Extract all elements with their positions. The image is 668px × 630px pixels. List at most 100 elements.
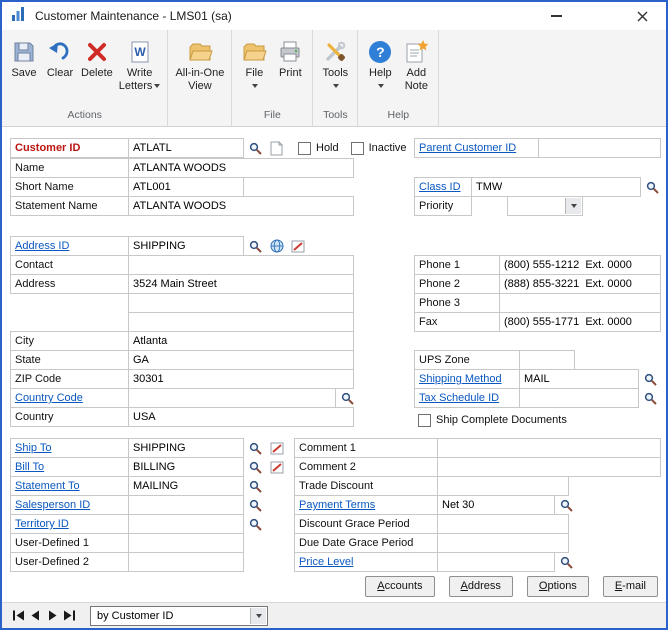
- nav-next-button[interactable]: [44, 607, 61, 625]
- address-id-field[interactable]: SHIPPING: [128, 236, 244, 256]
- user-defined-1-field[interactable]: [128, 533, 244, 553]
- discount-grace-field[interactable]: [437, 514, 569, 534]
- ribbon-group-label-tools: Tools: [313, 109, 357, 126]
- customer-id-field[interactable]: ATLATL: [128, 138, 244, 158]
- close-button[interactable]: [624, 2, 660, 30]
- country-code-field[interactable]: [128, 388, 336, 408]
- phone1-field[interactable]: (800) 555-1212 Ext. 0000: [499, 255, 661, 275]
- shipping-method-lookup-button[interactable]: [641, 369, 660, 389]
- ups-zone-field[interactable]: [519, 350, 575, 370]
- internet-info-button[interactable]: [267, 236, 286, 256]
- inactive-checkbox[interactable]: [351, 142, 364, 155]
- shipping-method-link[interactable]: Shipping Method: [419, 373, 502, 385]
- all-in-one-view-button[interactable]: All-in-One View: [172, 35, 227, 95]
- user-defined-2-field[interactable]: [128, 552, 244, 572]
- statement-to-link[interactable]: Statement To: [15, 480, 80, 492]
- payment-terms-field[interactable]: Net 30: [437, 495, 555, 515]
- address-field-1[interactable]: 3524 Main Street: [128, 274, 354, 294]
- fax-field[interactable]: (800) 555-1771 Ext. 0000: [499, 312, 661, 332]
- address-id-lookup-button[interactable]: [246, 236, 265, 256]
- salesperson-lookup-button[interactable]: [246, 495, 265, 515]
- address-button[interactable]: Address: [449, 576, 513, 597]
- class-id-link[interactable]: Class ID: [419, 181, 461, 193]
- parent-customer-id-link[interactable]: Parent Customer ID: [419, 142, 516, 154]
- nav-last-button[interactable]: [61, 607, 78, 625]
- price-level-field[interactable]: [437, 552, 555, 572]
- payment-terms-lookup-button[interactable]: [557, 495, 576, 515]
- state-field[interactable]: GA: [128, 350, 354, 370]
- print-button[interactable]: Print: [272, 35, 308, 82]
- priority-select[interactable]: [507, 196, 583, 216]
- hold-checkbox[interactable]: [298, 142, 311, 155]
- phone2-field[interactable]: (888) 855-3221 Ext. 0000: [499, 274, 661, 294]
- ship-to-link[interactable]: Ship To: [15, 442, 52, 454]
- parent-customer-id-field[interactable]: [538, 138, 661, 158]
- options-button[interactable]: Options: [527, 576, 589, 597]
- ship-to-lookup-button[interactable]: [246, 438, 265, 458]
- statement-to-lookup-button[interactable]: [246, 476, 265, 496]
- shipping-method-field[interactable]: MAIL: [519, 369, 639, 389]
- class-id-field[interactable]: TMW: [471, 177, 641, 197]
- sort-by-select[interactable]: by Customer ID: [90, 606, 268, 626]
- customer-id-lookup-button[interactable]: [246, 138, 265, 158]
- bill-to-field[interactable]: BILLING: [128, 457, 244, 477]
- clear-button[interactable]: Clear: [42, 35, 78, 82]
- priority-dropdown-button[interactable]: [565, 198, 581, 214]
- nav-previous-button[interactable]: [27, 607, 44, 625]
- email-button[interactable]: E-mail: [603, 576, 658, 597]
- price-level-link[interactable]: Price Level: [299, 556, 353, 568]
- ship-to-field[interactable]: SHIPPING: [128, 438, 244, 458]
- zip-code-field[interactable]: 30301: [128, 369, 354, 389]
- delete-button[interactable]: Delete: [78, 35, 116, 82]
- bill-to-address-button[interactable]: [267, 457, 286, 477]
- territory-lookup-button[interactable]: [246, 514, 265, 534]
- file-folder-icon: [239, 37, 269, 67]
- payment-terms-link[interactable]: Payment Terms: [299, 499, 375, 511]
- address-id-link[interactable]: Address ID: [15, 240, 69, 252]
- address-field-3[interactable]: [128, 312, 354, 332]
- address-field-2[interactable]: [128, 293, 354, 313]
- statement-to-field[interactable]: MAILING: [128, 476, 244, 496]
- tax-schedule-label-cell: Tax Schedule ID: [414, 388, 520, 408]
- write-letters-button[interactable]: W Write Letters: [116, 35, 164, 95]
- file-button[interactable]: File: [236, 35, 272, 95]
- tax-schedule-id-field[interactable]: [519, 388, 639, 408]
- contact-field[interactable]: [128, 255, 354, 275]
- comment2-field[interactable]: [437, 457, 661, 477]
- customer-note-button[interactable]: [267, 138, 286, 158]
- minimize-button[interactable]: [538, 2, 574, 30]
- country-field[interactable]: USA: [128, 407, 354, 427]
- due-date-grace-field[interactable]: [437, 533, 569, 553]
- statement-name-field[interactable]: ATLANTA WOODS: [128, 196, 354, 216]
- territory-id-field[interactable]: [128, 514, 244, 534]
- save-button[interactable]: Save: [6, 35, 42, 82]
- salesperson-id-link[interactable]: Salesperson ID: [15, 499, 90, 511]
- add-note-button[interactable]: Add Note: [398, 35, 434, 95]
- tax-schedule-lookup-button[interactable]: [641, 388, 660, 408]
- help-button[interactable]: ? Help: [362, 35, 398, 95]
- phone3-field[interactable]: [499, 293, 661, 313]
- territory-id-link[interactable]: Territory ID: [15, 518, 69, 530]
- comment1-field[interactable]: [437, 438, 661, 458]
- printer-icon: [275, 37, 305, 67]
- bill-to-link[interactable]: Bill To: [15, 461, 44, 473]
- sort-by-dropdown-button[interactable]: [250, 608, 266, 624]
- ship-complete-checkbox[interactable]: [418, 414, 431, 427]
- tax-schedule-id-link[interactable]: Tax Schedule ID: [419, 392, 499, 404]
- ship-to-address-button[interactable]: [267, 438, 286, 458]
- trade-discount-field[interactable]: [437, 476, 569, 496]
- address-detail-button[interactable]: [288, 236, 307, 256]
- city-field[interactable]: Atlanta: [128, 331, 354, 351]
- salesperson-id-field[interactable]: [128, 495, 244, 515]
- tools-button[interactable]: Tools: [317, 35, 353, 95]
- price-level-lookup-button[interactable]: [557, 552, 576, 572]
- bill-to-lookup-button[interactable]: [246, 457, 265, 477]
- class-id-lookup-button[interactable]: [643, 177, 662, 197]
- ribbon-group-tools: Tools Tools: [313, 30, 358, 126]
- short-name-field[interactable]: ATL001: [128, 177, 244, 197]
- nav-first-button[interactable]: [10, 607, 27, 625]
- accounts-button[interactable]: Accounts: [365, 576, 434, 597]
- country-code-link[interactable]: Country Code: [15, 392, 83, 404]
- country-code-lookup-button[interactable]: [338, 388, 357, 408]
- name-field[interactable]: ATLANTA WOODS: [128, 158, 354, 178]
